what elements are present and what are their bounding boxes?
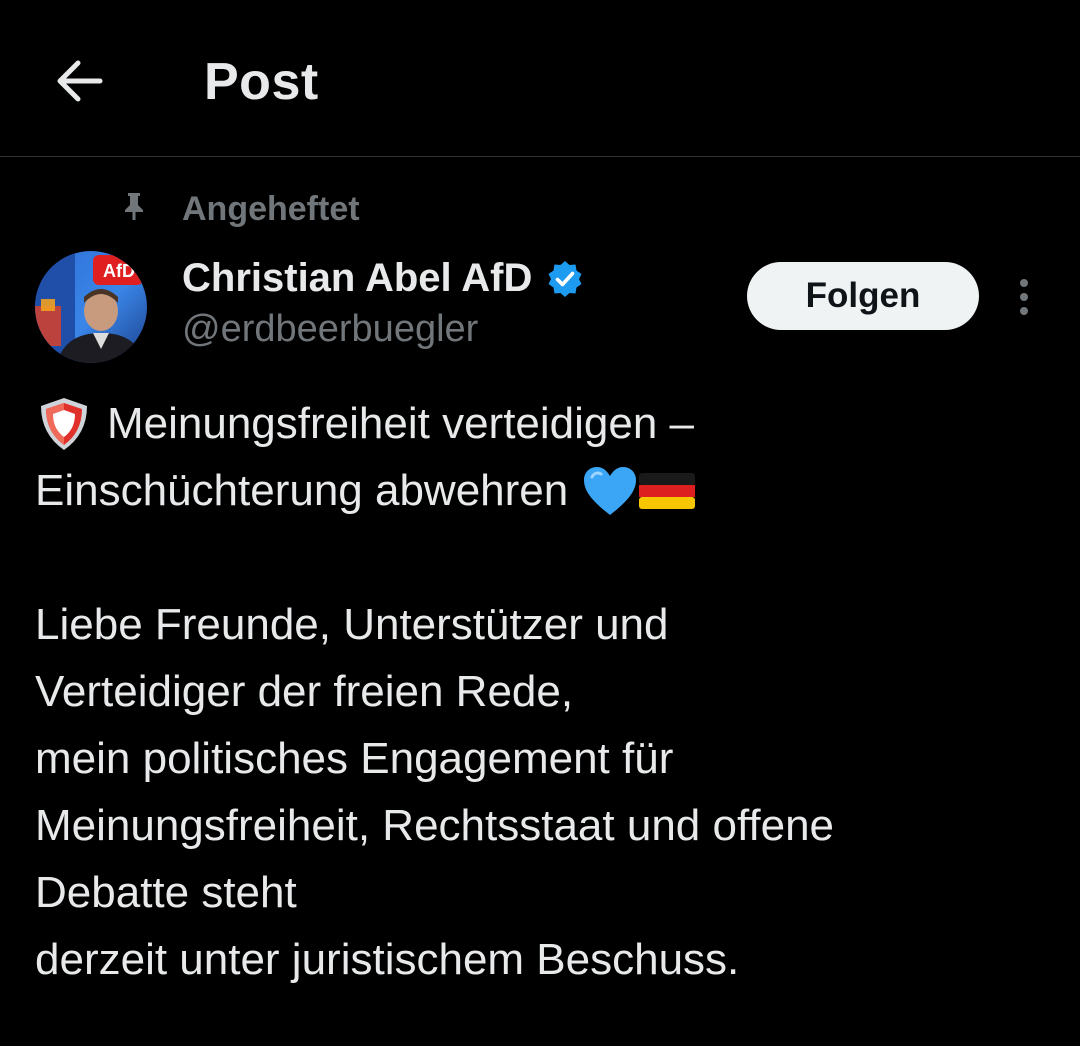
post-line: derzeit unter juristischem Beschuss. xyxy=(35,935,740,984)
pinned-label: Angeheftet xyxy=(182,190,360,228)
author-name[interactable]: Christian Abel AfD xyxy=(182,256,584,301)
pinned-indicator: Angeheftet xyxy=(0,186,1080,232)
verified-badge-icon xyxy=(548,260,582,297)
post-line: Verteidiger der freien Rede, xyxy=(35,667,574,716)
pin-icon xyxy=(125,193,143,220)
page-title: Post xyxy=(204,53,319,111)
shield-emoji-icon xyxy=(41,397,87,450)
germany-flag-emoji-icon xyxy=(639,472,696,509)
more-options-button[interactable] xyxy=(1004,274,1044,320)
post-screen: Post Angeheftet AfD Christian Abel AfD @… xyxy=(0,0,1080,1046)
author-name-text: Christian Abel AfD xyxy=(182,256,533,300)
avatar[interactable]: AfD xyxy=(35,251,147,363)
top-bar: Post xyxy=(0,0,1080,157)
post-line: Liebe Freunde, Unterstützer und xyxy=(35,600,669,649)
post-line: Meinungsfreiheit verteidigen – xyxy=(35,390,1055,457)
post-line: mein politisches Engagement für xyxy=(35,734,674,783)
post-line: Debatte steht xyxy=(35,868,297,917)
follow-button[interactable]: Folgen xyxy=(747,262,979,330)
post-text: Meinungsfreiheit verteidigen – Einschüch… xyxy=(35,390,1055,993)
avatar-image: AfD xyxy=(35,251,147,363)
back-button[interactable] xyxy=(48,50,110,112)
header-divider xyxy=(0,156,1080,157)
post-line: Meinungsfreiheit, Rechtsstaat und offene xyxy=(35,801,835,850)
avatar-badge-text: AfD xyxy=(103,261,135,281)
arrow-left-icon xyxy=(57,60,103,102)
blue-heart-emoji-icon xyxy=(584,466,637,515)
more-vertical-icon xyxy=(1020,279,1028,315)
author-handle[interactable]: @erdbeerbuegler xyxy=(182,308,478,351)
post-line: Einschüchterung abwehren xyxy=(35,457,1055,524)
post-line-1: Meinungsfreiheit verteidigen – xyxy=(107,399,695,448)
post-line-2: Einschüchterung abwehren xyxy=(35,466,569,515)
